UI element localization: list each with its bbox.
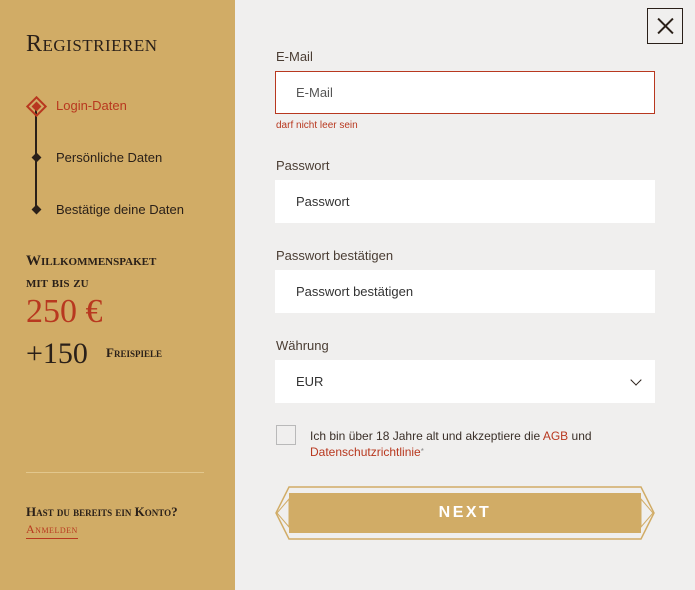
password-label: Passwort (276, 158, 330, 173)
password-placeholder: Passwort (296, 194, 350, 209)
step-personal-data: Persönliche Daten (56, 150, 163, 165)
step-login-data: Login-Daten (56, 98, 127, 113)
terms-checkbox[interactable] (276, 425, 296, 445)
email-field[interactable]: E-Mail (275, 71, 655, 114)
welcome-package-heading: Willkommenspaket mit bis zu (26, 250, 226, 294)
chevron-down-icon (630, 374, 642, 386)
password-confirm-label: Passwort bestätigen (276, 248, 394, 263)
step-active-diamond-icon (25, 95, 48, 118)
bonus-amount: 250 € (26, 293, 103, 330)
password-confirm-placeholder: Passwort bestätigen (296, 284, 414, 299)
next-button-label: NEXT (438, 504, 492, 521)
sidebar-divider (26, 472, 204, 473)
terms-text-before: Ich bin über 18 Jahre alt und akzeptiere… (310, 429, 541, 443)
registration-sidebar: Registrieren Login-Daten Persönliche Dat… (0, 0, 235, 590)
email-placeholder: E-Mail (296, 85, 333, 100)
currency-label: Währung (276, 338, 329, 353)
free-spins-label: Freispiele (106, 345, 162, 360)
welcome-package-line2: mit bis zu (26, 275, 89, 291)
terms-text: Ich bin über 18 Jahre alt und akzeptiere… (310, 428, 640, 460)
required-mark: * (420, 447, 424, 456)
step-confirm-data: Bestätige deine Daten (56, 202, 184, 217)
existing-account-question: Hast du bereits ein Konto? (26, 504, 178, 519)
password-confirm-field[interactable]: Passwort bestätigen (275, 270, 655, 313)
step-dot-icon (31, 152, 42, 163)
login-link[interactable]: Anmelden (26, 522, 78, 539)
email-error-message: darf nicht leer sein (276, 120, 358, 131)
free-spins-count: +150 (26, 337, 88, 370)
page-title: Registrieren (26, 31, 158, 57)
currency-value: EUR (296, 374, 324, 389)
agb-link[interactable]: AGB (543, 429, 568, 443)
currency-select[interactable]: EUR (275, 360, 655, 403)
close-button[interactable] (647, 8, 683, 44)
terms-and: und (571, 429, 592, 443)
email-label: E-Mail (276, 49, 313, 64)
privacy-policy-link[interactable]: Datenschutzrichtlinie (310, 445, 421, 459)
next-button[interactable]: NEXT (275, 486, 655, 540)
step-dot-icon (31, 204, 42, 215)
welcome-package-line1: Willkommenspaket (26, 253, 157, 269)
password-field[interactable]: Passwort (275, 180, 655, 223)
